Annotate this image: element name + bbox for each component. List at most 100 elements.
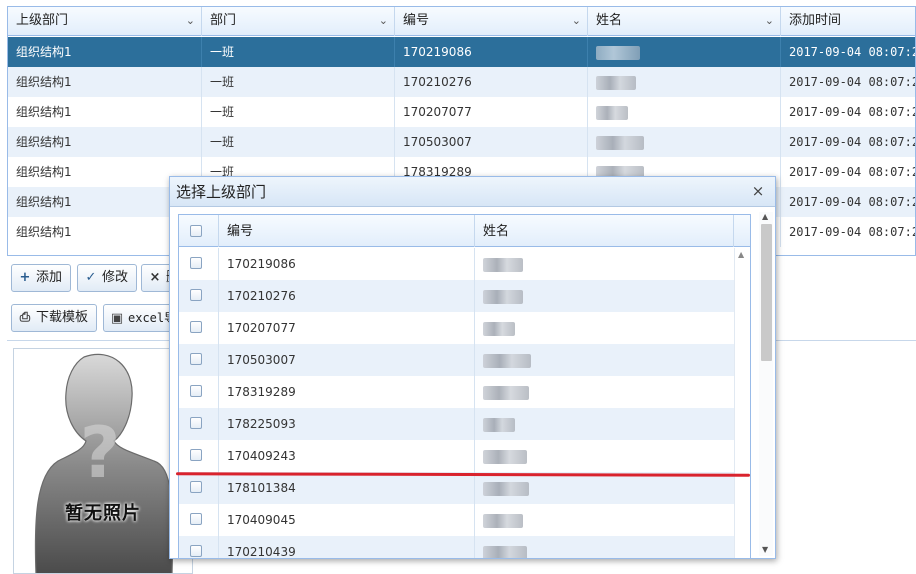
cell-name (588, 97, 781, 127)
scroll-up-icon[interactable]: ▲ (762, 212, 768, 221)
redacted-name (483, 321, 515, 336)
row-checkbox[interactable] (190, 353, 202, 365)
cell-parent-dept: 组织结构1 (8, 37, 202, 67)
chevron-down-icon[interactable]: ⌄ (572, 7, 581, 35)
folder-icon: ▣ (110, 311, 124, 326)
cell-name (475, 472, 734, 504)
dialog-titlebar[interactable]: 选择上级部门 × (170, 177, 775, 207)
table-row[interactable]: 组织结构1 一班 170219086 2017-09-04 08:07:23 (8, 37, 915, 67)
scrollbar-thumb[interactable] (761, 224, 772, 361)
list-item[interactable]: 170210276 (179, 280, 734, 312)
cell-name (588, 67, 781, 97)
row-checkbox[interactable] (190, 321, 202, 333)
row-checkbox[interactable] (190, 513, 202, 525)
checkbox-cell (179, 536, 219, 558)
cell-code: 170409045 (219, 504, 475, 536)
list-item[interactable]: 178319289 (179, 376, 734, 408)
row-checkbox[interactable] (190, 289, 202, 301)
cell-code: 170210276 (219, 280, 475, 312)
row-checkbox[interactable] (190, 257, 202, 269)
cell-code: 170503007 (395, 127, 588, 157)
chevron-down-icon[interactable]: ⌄ (379, 7, 388, 35)
list-item[interactable]: 170210439 (179, 536, 734, 558)
row-checkbox[interactable] (190, 417, 202, 429)
list-item[interactable]: 178225093 (179, 408, 734, 440)
row-checkbox[interactable] (190, 385, 202, 397)
chevron-down-icon[interactable]: ⌄ (186, 7, 195, 35)
row-checkbox[interactable] (190, 449, 202, 461)
list-item[interactable]: 170219086 (179, 248, 734, 280)
table-row[interactable]: 组织结构1 一班 170503007 2017-09-04 08:07:23 (8, 127, 915, 157)
cell-name (475, 536, 734, 558)
redacted-name (483, 353, 531, 368)
column-header-label: 姓名 (596, 13, 623, 28)
redacted-name (596, 75, 636, 90)
cell-dept: 一班 (202, 127, 395, 157)
add-button[interactable]: + 添加 (11, 264, 72, 292)
redacted-name (483, 513, 523, 528)
column-header-code[interactable]: 编号 ⌄ (395, 7, 588, 36)
column-header-name[interactable]: 姓名 (475, 215, 734, 247)
cell-dept: 一班 (202, 37, 395, 67)
dialog-scrollbar[interactable]: ▲ ▼ (759, 212, 773, 556)
download-template-button[interactable]: ⎙ 下载模板 (11, 304, 98, 332)
select-parent-dept-dialog: 选择上级部门 × 编号 姓名 170219086 170210276 17020… (169, 176, 776, 559)
cell-added-time: 2017-09-04 08:07:23 (789, 195, 916, 209)
redacted-name (483, 289, 523, 304)
add-button-label: 添加 (36, 270, 63, 285)
row-checkbox[interactable] (190, 481, 202, 493)
close-icon[interactable]: × (749, 181, 767, 201)
cell-parent-dept: 组织结构1 (8, 67, 202, 97)
edit-button-label: 修改 (102, 270, 129, 285)
cell-dept: 一班 (202, 67, 395, 97)
column-header-dept[interactable]: 部门 ⌄ (202, 7, 395, 36)
no-photo-label: 暂无照片 (65, 503, 141, 524)
table-row[interactable]: 组织结构1 一班 170210276 2017-09-04 08:07:23 (8, 67, 915, 97)
column-header-label: 上级部门 (16, 13, 69, 28)
svg-text:?: ? (80, 412, 121, 494)
chevron-down-icon[interactable]: ⌄ (765, 7, 774, 35)
table-row[interactable]: 组织结构1 一班 170207077 2017-09-04 08:07:23 (8, 97, 915, 127)
edit-button[interactable]: ✓ 修改 (77, 264, 138, 292)
column-header-added-time[interactable]: 添加时间 (781, 7, 915, 36)
cell-name (588, 37, 781, 67)
cell-code: 170503007 (219, 344, 475, 376)
cell-name (475, 504, 734, 536)
dialog-title: 选择上级部门 (176, 183, 267, 201)
cell-dept: 一班 (202, 97, 395, 127)
checkbox-cell (179, 504, 219, 536)
cell-added-time: 2017-09-04 08:07:23 (789, 75, 916, 89)
redacted-name (483, 417, 515, 432)
list-item[interactable]: 170409243 (179, 440, 734, 472)
cell-parent-dept: 组织结构1 (8, 127, 202, 157)
cell-name (475, 440, 734, 472)
column-header-parent-dept[interactable]: 上级部门 ⌄ (8, 7, 202, 36)
printer-icon: ⎙ (19, 310, 31, 325)
checkbox-cell (179, 280, 219, 312)
list-item[interactable]: 178101384 (179, 472, 734, 504)
cell-name (475, 408, 734, 440)
cell-code: 178225093 (219, 408, 475, 440)
inner-scrollbar[interactable]: ▲ (734, 248, 750, 558)
list-item[interactable]: 170503007 (179, 344, 734, 376)
checkbox-cell (179, 376, 219, 408)
row-checkbox[interactable] (190, 545, 202, 557)
scroll-down-icon[interactable]: ▼ (762, 545, 768, 554)
redacted-name (483, 385, 529, 400)
column-header-name[interactable]: 姓名 ⌄ (588, 7, 781, 36)
photo-placeholder: ? 暂无照片 (13, 348, 193, 574)
cell-code: 170210276 (395, 67, 588, 97)
cell-name (475, 248, 734, 280)
cell-code: 170210439 (219, 536, 475, 558)
select-all-checkbox[interactable] (190, 225, 202, 237)
scroll-up-icon[interactable]: ▲ (738, 250, 744, 259)
cell-code: 170409243 (219, 440, 475, 472)
cell-added-time: 2017-09-04 08:07:23 (789, 45, 916, 59)
column-header-label: 添加时间 (789, 13, 842, 28)
column-header-code[interactable]: 编号 (219, 215, 475, 247)
redacted-name (596, 45, 640, 60)
list-item[interactable]: 170409045 (179, 504, 734, 536)
redacted-name (596, 135, 644, 150)
redacted-name (483, 545, 527, 558)
list-item[interactable]: 170207077 (179, 312, 734, 344)
